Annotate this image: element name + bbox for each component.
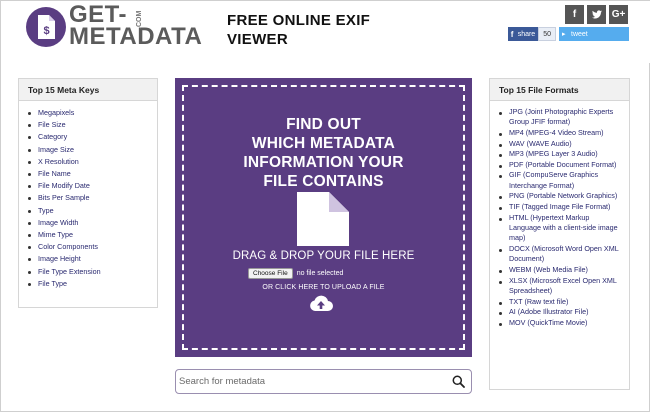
meta-key-link[interactable]: Bits Per Sample xyxy=(28,192,149,204)
share-buttons: share 50 tweet xyxy=(507,27,629,41)
search-icon[interactable] xyxy=(452,375,465,393)
document-icon xyxy=(295,192,351,251)
file-format-link[interactable]: PDF (Portable Document Format) xyxy=(499,160,621,170)
meta-key-link[interactable]: Image Width xyxy=(28,217,149,229)
meta-key-link[interactable]: File Modify Date xyxy=(28,180,149,192)
file-format-link[interactable]: XLSX (Microsoft Excel Open XML Spreadshe… xyxy=(499,276,621,297)
file-formats-panel: Top 15 File Formats JPG (Joint Photograp… xyxy=(489,78,630,390)
meta-key-link[interactable]: File Type xyxy=(28,278,149,290)
file-format-link[interactable]: PNG (Portable Network Graphics) xyxy=(499,191,621,201)
file-format-link[interactable]: TIF (Tagged Image File Format) xyxy=(499,202,621,212)
facebook-share-label: share xyxy=(507,27,539,41)
facebook-share-button[interactable]: share 50 xyxy=(507,27,556,41)
meta-keys-list: Megapixels File Size Category Image Size… xyxy=(19,101,157,290)
headline-line: INFORMATION YOUR xyxy=(243,154,404,171)
file-format-link[interactable]: WEBM (Web Media File) xyxy=(499,265,621,275)
twitter-icon[interactable] xyxy=(587,5,606,24)
meta-key-link[interactable]: Color Components xyxy=(28,241,149,253)
meta-keys-panel: Top 15 Meta Keys Megapixels File Size Ca… xyxy=(18,78,158,308)
meta-key-link[interactable]: Megapixels xyxy=(28,107,149,119)
page-title: FREE ONLINE EXIF VIEWER xyxy=(227,12,371,48)
site-header: $ GET- METADATA .COM FREE ONLINE EXIF VI… xyxy=(1,1,650,63)
meta-key-link[interactable]: Mime Type xyxy=(28,229,149,241)
file-formats-title: Top 15 File Formats xyxy=(490,79,629,101)
meta-key-link[interactable]: File Name xyxy=(28,168,149,180)
meta-key-link[interactable]: X Resolution xyxy=(28,156,149,168)
file-formats-list: JPG (Joint Photographic Experts Group JF… xyxy=(490,101,629,328)
file-format-link[interactable]: JPG (Joint Photographic Experts Group JF… xyxy=(499,107,621,128)
choose-file-button[interactable]: Choose File xyxy=(248,268,293,279)
meta-key-link[interactable]: File Type Extension xyxy=(28,266,149,278)
headline-line: FILE CONTAINS xyxy=(263,173,384,190)
tweet-button[interactable]: tweet xyxy=(559,27,629,41)
meta-key-link[interactable]: Category xyxy=(28,131,149,143)
cloud-upload-icon[interactable] xyxy=(309,295,333,317)
tweet-label: tweet xyxy=(571,30,588,38)
file-format-link[interactable]: DOCX (Microsoft Word Open XML Document) xyxy=(499,244,621,265)
meta-key-link[interactable]: File Size xyxy=(28,119,149,131)
file-format-link[interactable]: MP3 (MPEG Layer 3 Audio) xyxy=(499,149,621,159)
file-format-link[interactable]: HTML (Hypertext Markup Language with a c… xyxy=(499,213,621,244)
file-format-link[interactable]: MP4 (MPEG-4 Video Stream) xyxy=(499,128,621,138)
drop-zone-headline: FIND OUT WHICH METADATA INFORMATION YOUR… xyxy=(175,115,472,191)
svg-text:$: $ xyxy=(43,25,49,37)
logo-suffix: .COM xyxy=(136,10,143,29)
file-drop-zone[interactable]: FIND OUT WHICH METADATA INFORMATION YOUR… xyxy=(175,78,472,357)
search-input[interactable] xyxy=(179,373,439,390)
drag-drop-text: DRAG & DROP YOUR FILE HERE xyxy=(232,250,415,262)
meta-key-link[interactable]: Type xyxy=(28,205,149,217)
logo-icon[interactable]: $ xyxy=(26,7,66,47)
facebook-icon[interactable]: f xyxy=(565,5,584,24)
meta-keys-title: Top 15 Meta Keys xyxy=(19,79,157,101)
file-format-link[interactable]: TXT (Raw text file) xyxy=(499,297,621,307)
metadata-search xyxy=(175,369,472,394)
file-format-link[interactable]: MOV (QuickTime Movie) xyxy=(499,318,621,328)
meta-key-link[interactable]: Image Size xyxy=(28,144,149,156)
headline-line: WHICH METADATA xyxy=(251,135,396,152)
file-format-link[interactable]: GIF (CompuServe Graphics Interchange For… xyxy=(499,170,621,191)
headline-line: FIND OUT xyxy=(286,116,361,133)
meta-key-link[interactable]: Image Height xyxy=(28,253,149,265)
no-file-label: no file selected xyxy=(296,270,344,277)
social-links: f G+ xyxy=(565,5,628,24)
google-plus-icon[interactable]: G+ xyxy=(609,5,628,24)
file-input[interactable]: Choose File no file selected xyxy=(248,268,343,279)
logo-line2: METADATA xyxy=(69,23,203,50)
file-format-link[interactable]: AI (Adobe Illustrator File) xyxy=(499,307,621,317)
facebook-share-count: 50 xyxy=(538,27,556,41)
file-format-link[interactable]: WAV (WAVE Audio) xyxy=(499,139,621,149)
upload-link[interactable]: OR CLICK HERE TO UPLOAD A FILE xyxy=(175,284,472,291)
